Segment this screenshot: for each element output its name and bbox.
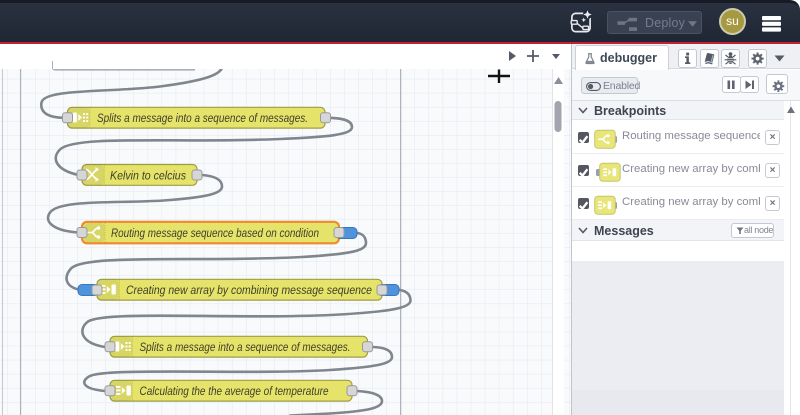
svg-text:Splits a message into a sequen: Splits a message into a sequence of mess… [97, 111, 308, 125]
svg-text:Kelvin to celcius: Kelvin to celcius [110, 168, 186, 182]
svg-text:Creating new array by combinin: Creating new array by combining message … [126, 283, 372, 297]
svg-text:Calculating the the average of: Calculating the the average of temperatu… [140, 384, 329, 398]
svg-text:Splits a message into a sequen: Splits a message into a sequence of mess… [140, 340, 351, 354]
svg-text:Routing message sequence based: Routing message sequence based on condit… [111, 226, 319, 240]
